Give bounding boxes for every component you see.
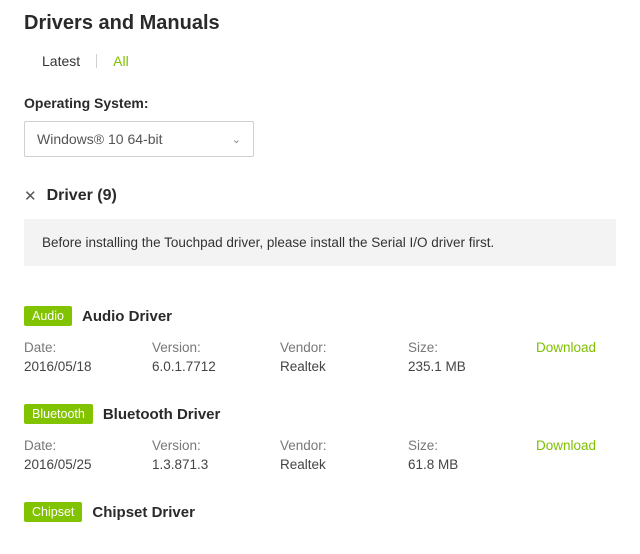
meta-value: 2016/05/25 [24,457,152,472]
driver-name: Chipset Driver [92,504,195,521]
download-col: Download [536,438,596,472]
close-icon[interactable]: ✕ [24,189,37,204]
meta-col-version: Version: 6.0.1.7712 [152,340,280,374]
meta-col-date: Date: 2016/05/25 [24,438,152,472]
download-col: Download [536,340,596,374]
os-selected-value: Windows® 10 64-bit [37,131,162,147]
driver-header: Audio Audio Driver [24,306,616,326]
meta-value: 61.8 MB [408,457,536,472]
driver-block: Bluetooth Bluetooth Driver Date: 2016/05/25… [24,404,616,472]
tabs: Latest All [42,53,616,69]
driver-header: Bluetooth Bluetooth Driver [24,404,616,424]
meta-value: 1.3.871.3 [152,457,280,472]
driver-header: Chipset Chipset Driver [24,502,616,522]
meta-label: Size: [408,438,536,453]
page-title: Drivers and Manuals [24,12,616,35]
meta-label: Vendor: [280,438,408,453]
meta-label: Version: [152,438,280,453]
tab-divider [96,54,97,68]
driver-block: Audio Audio Driver Date: 2016/05/18Version:… [24,306,616,374]
meta-label: Date: [24,438,152,453]
meta-col-vendor: Vendor: Realtek [280,438,408,472]
meta-label: Version: [152,340,280,355]
meta-col-version: Version: 1.3.871.3 [152,438,280,472]
chevron-down-icon: ⌄ [232,133,241,146]
driver-name: Bluetooth Driver [103,406,221,423]
meta-value: 235.1 MB [408,359,536,374]
meta-col-vendor: Vendor: Realtek [280,340,408,374]
meta-value: Realtek [280,359,408,374]
meta-label: Size: [408,340,536,355]
driver-meta: Date: 2016/05/18Version: 6.0.1.7712Vendor:… [24,340,616,374]
os-label: Operating System: [24,95,616,111]
meta-label: Vendor: [280,340,408,355]
meta-label: Date: [24,340,152,355]
os-select[interactable]: Windows® 10 64-bit ⌄ [24,121,254,157]
driver-meta: Date: 2016/05/25Version: 1.3.871.3Vendor: R… [24,438,616,472]
driver-name: Audio Driver [82,308,172,325]
driver-block: Chipset Chipset Driver [24,502,616,522]
download-link[interactable]: Download [536,438,596,453]
meta-value: Realtek [280,457,408,472]
driver-badge: Bluetooth [24,404,93,424]
meta-col-size: Size: 61.8 MB [408,438,536,472]
install-notice: Before installing the Touchpad driver, p… [24,219,616,266]
meta-value: 2016/05/18 [24,359,152,374]
download-link[interactable]: Download [536,340,596,355]
tab-latest[interactable]: Latest [42,53,80,69]
driver-badge: Chipset [24,502,82,522]
meta-col-date: Date: 2016/05/18 [24,340,152,374]
category-header[interactable]: ✕ Driver (9) [24,187,616,205]
meta-value: 6.0.1.7712 [152,359,280,374]
meta-col-size: Size: 235.1 MB [408,340,536,374]
tab-all[interactable]: All [113,53,129,69]
driver-badge: Audio [24,306,72,326]
category-name: Driver (9) [47,187,117,205]
